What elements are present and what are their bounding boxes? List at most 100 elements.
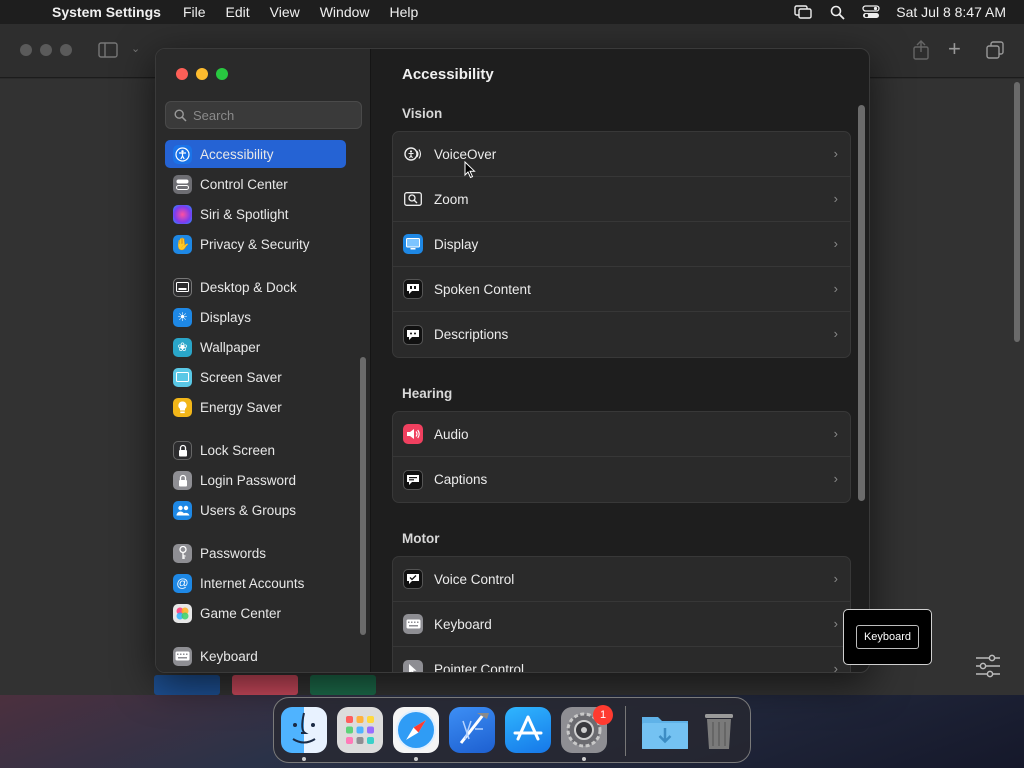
- menu-window[interactable]: Window: [310, 4, 380, 20]
- sliders-icon[interactable]: [975, 654, 1001, 683]
- dock-xcode[interactable]: [449, 707, 495, 753]
- main-pane: Accessibility Vision VoiceOver › Zoom ›: [372, 49, 869, 672]
- row-descriptions[interactable]: Descriptions ›: [393, 312, 850, 357]
- control-center-icon: [173, 174, 192, 194]
- trash-icon: [705, 714, 733, 749]
- row-display[interactable]: Display ›: [393, 222, 850, 267]
- voice-control-icon: [403, 569, 423, 589]
- dock-app-store[interactable]: [505, 707, 551, 753]
- at-icon: @: [173, 573, 192, 593]
- control-center-icon[interactable]: [862, 5, 880, 19]
- descriptions-icon: [403, 324, 423, 345]
- dock-separator: [625, 706, 626, 756]
- chevron-down-icon[interactable]: ⌄: [131, 42, 140, 55]
- motor-group: Voice Control › Keyboard › Pointer Contr…: [392, 556, 851, 672]
- chevron-right-icon: ›: [833, 281, 838, 296]
- weather-tile[interactable]: [154, 675, 220, 695]
- sidebar: Accessibility Control Center Siri & Spot…: [156, 49, 371, 672]
- zoom-button[interactable]: [216, 68, 228, 80]
- row-zoom[interactable]: Zoom ›: [393, 177, 850, 222]
- game-center-icon: [173, 603, 192, 623]
- sidebar-scrollbar[interactable]: [360, 357, 366, 635]
- sidebar-item-accessibility[interactable]: Accessibility: [165, 140, 346, 168]
- audio-icon: [403, 424, 423, 444]
- sidebar-item-control-center[interactable]: Control Center: [165, 170, 346, 198]
- mouse-cursor-icon: [464, 160, 476, 184]
- sidebar-item-privacy-security[interactable]: ✋ Privacy & Security: [165, 230, 346, 258]
- screen-mirroring-icon[interactable]: [794, 5, 812, 19]
- keyboard-tooltip: Keyboard: [843, 609, 932, 665]
- spotlight-search-icon[interactable]: [828, 5, 846, 20]
- dock-trash[interactable]: [696, 707, 742, 753]
- background-tiles: [154, 675, 376, 695]
- sidebar-toggle-icon[interactable]: [98, 42, 118, 63]
- captions-icon: [403, 469, 423, 490]
- finder-icon: [292, 712, 316, 744]
- new-tab-icon[interactable]: +: [948, 38, 961, 60]
- row-captions[interactable]: Captions ›: [393, 457, 850, 502]
- dock-downloads[interactable]: [640, 707, 688, 753]
- sidebar-item-passwords[interactable]: Passwords: [165, 539, 346, 567]
- sidebar-item-energy-saver[interactable]: Energy Saver: [165, 393, 346, 421]
- dock-icon: [173, 277, 192, 297]
- close-button[interactable]: [176, 68, 188, 80]
- bg-minimize-button[interactable]: [40, 44, 52, 56]
- sidebar-item-screen-saver[interactable]: Screen Saver: [165, 363, 346, 391]
- chevron-right-icon: ›: [833, 146, 838, 161]
- share-icon[interactable]: [912, 40, 930, 65]
- sidebar-item-keyboard[interactable]: Keyboard: [165, 642, 346, 670]
- sidebar-item-users-groups[interactable]: Users & Groups: [165, 496, 346, 524]
- tripadvisor-tile[interactable]: [310, 675, 376, 695]
- lock-icon: [173, 440, 192, 460]
- row-voice-control[interactable]: Voice Control ›: [393, 557, 850, 602]
- system-settings-window: Accessibility Control Center Siri & Spot…: [155, 48, 870, 673]
- sun-icon: ☀: [173, 307, 192, 327]
- page-title: Accessibility: [402, 66, 494, 83]
- tab-overview-icon[interactable]: [986, 41, 1004, 64]
- chevron-right-icon: ›: [833, 571, 838, 586]
- app-menu[interactable]: System Settings: [52, 4, 173, 20]
- bg-close-button[interactable]: [20, 44, 32, 56]
- key-icon: [173, 543, 192, 563]
- minimize-button[interactable]: [196, 68, 208, 80]
- row-keyboard[interactable]: Keyboard ›: [393, 602, 850, 647]
- sidebar-item-wallpaper[interactable]: ❀ Wallpaper: [165, 333, 346, 361]
- chevron-right-icon: ›: [833, 471, 838, 486]
- sidebar-item-internet-accounts[interactable]: @ Internet Accounts: [165, 569, 346, 597]
- dock-launchpad[interactable]: [337, 707, 383, 753]
- row-pointer-control[interactable]: Pointer Control ›: [393, 647, 850, 672]
- dock-system-settings[interactable]: 1: [561, 705, 613, 753]
- sidebar-item-lock-screen[interactable]: Lock Screen: [165, 436, 346, 464]
- dock-safari[interactable]: [393, 707, 439, 753]
- section-title-hearing: Hearing: [402, 386, 453, 401]
- menu-view[interactable]: View: [260, 4, 310, 20]
- search-field[interactable]: [165, 101, 362, 129]
- display-icon: [403, 234, 423, 254]
- menu-file[interactable]: File: [173, 4, 216, 20]
- row-audio[interactable]: Audio ›: [393, 412, 850, 457]
- hand-icon: ✋: [173, 234, 192, 254]
- menu-help[interactable]: Help: [380, 4, 429, 20]
- app-tile[interactable]: [232, 675, 298, 695]
- main-scrollbar[interactable]: [858, 105, 865, 501]
- dock-finder[interactable]: [281, 707, 327, 753]
- sidebar-item-desktop-dock[interactable]: Desktop & Dock: [165, 273, 346, 301]
- settings-running-indicator: [582, 757, 586, 761]
- sidebar-item-login-password[interactable]: Login Password: [165, 466, 346, 494]
- search-input[interactable]: [193, 107, 353, 123]
- menu-bar: System Settings File Edit View Window He…: [0, 0, 1024, 24]
- sidebar-item-game-center[interactable]: Game Center: [165, 599, 346, 627]
- search-icon: [174, 108, 187, 122]
- sidebar-item-displays[interactable]: ☀ Displays: [165, 303, 346, 331]
- keyboard-icon: [403, 614, 423, 634]
- chevron-right-icon: ›: [833, 426, 838, 441]
- accessibility-icon: [173, 144, 192, 164]
- background-scrollbar[interactable]: [1014, 82, 1020, 342]
- bg-zoom-button[interactable]: [60, 44, 72, 56]
- row-spoken-content[interactable]: Spoken Content ›: [393, 267, 850, 312]
- sidebar-item-siri-spotlight[interactable]: Siri & Spotlight: [165, 200, 346, 228]
- menu-clock[interactable]: Sat Jul 8 8:47 AM: [896, 4, 1006, 20]
- menu-edit[interactable]: Edit: [216, 4, 260, 20]
- row-voiceover[interactable]: VoiceOver ›: [393, 132, 850, 177]
- zoom-icon: [403, 189, 423, 209]
